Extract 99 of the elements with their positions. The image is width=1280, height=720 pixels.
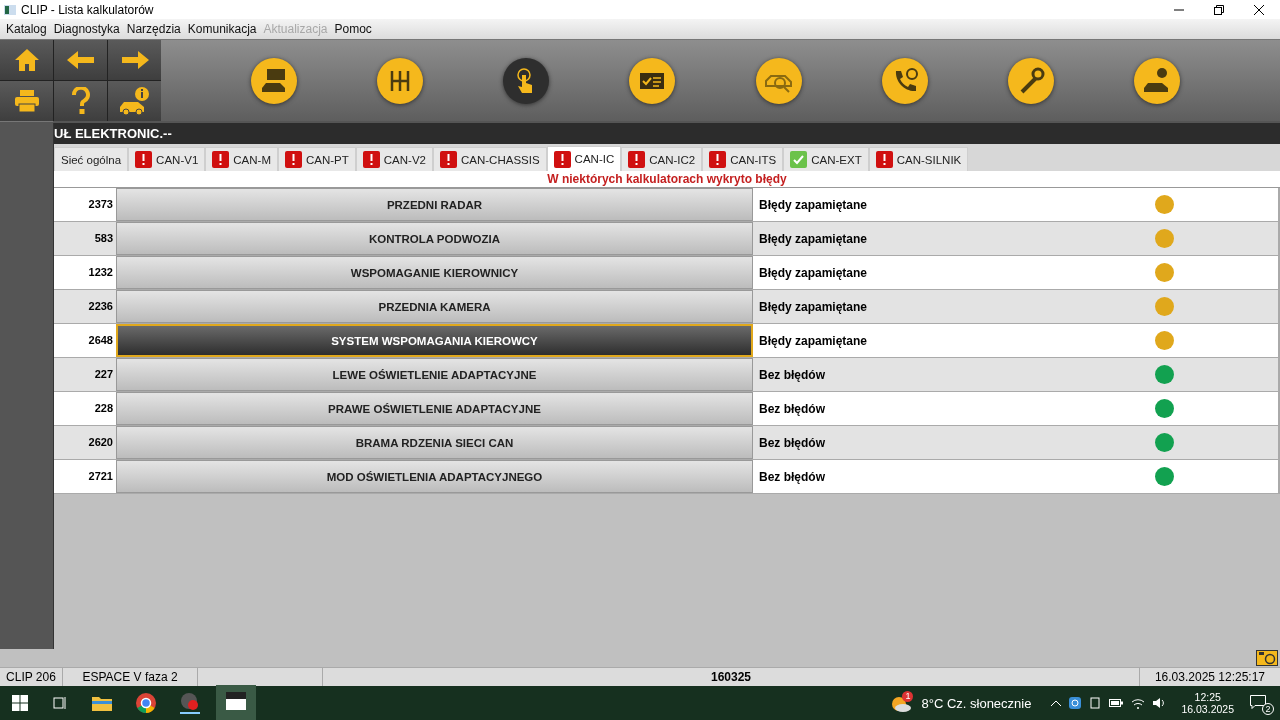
error-icon: [135, 151, 153, 168]
menu-item[interactable]: Narzędzia: [126, 22, 181, 36]
chevron-up-icon[interactable]: [1051, 700, 1062, 706]
network-tab[interactable]: CAN-V2: [355, 147, 433, 171]
ecu-button[interactable]: BRAMA RDZENIA SIECI CAN: [116, 426, 753, 459]
ecu-button[interactable]: PRZEDNI RADAR: [116, 188, 753, 221]
wrench-button[interactable]: [1007, 57, 1054, 104]
ecu-button[interactable]: PRAWE OŚWIETLENIE ADAPTACYJNE: [116, 392, 753, 425]
back-button[interactable]: [54, 40, 107, 80]
network-tab[interactable]: CAN-SILNIK: [868, 147, 969, 171]
network-tab[interactable]: CAN-ITS: [702, 147, 784, 171]
error-message: W niektórych kalkulatorach wykryto błędy: [547, 172, 787, 186]
section-header: UŁ ELEKTRONIC.--: [54, 123, 1280, 144]
clip-app-button[interactable]: [216, 684, 256, 720]
table-cell-text: 2373: [87, 197, 114, 212]
status-text: Bez błędów: [759, 469, 826, 484]
car-info-icon: [117, 86, 152, 116]
touch-button[interactable]: [503, 57, 550, 104]
status-datetime: 16.03.2025 12:25:17: [1153, 669, 1267, 686]
help-button[interactable]: [54, 81, 107, 121]
menu-item[interactable]: Pomoc: [334, 22, 372, 36]
car-screen-button[interactable]: [251, 57, 298, 104]
table-cell-text: 2620: [87, 435, 114, 450]
ecu-button[interactable]: PRZEDNIA KAMERA: [116, 290, 753, 323]
window-title: CLIP - Lista kalkulatorów: [21, 2, 154, 17]
weather-badge: 1: [902, 690, 914, 702]
app-window-icon: [226, 691, 246, 710]
weather-text[interactable]: 8°C Cz. słonecznie: [921, 695, 1032, 711]
status-text: Bez błędów: [759, 401, 826, 416]
home-button[interactable]: [0, 40, 53, 80]
error-icon: [212, 151, 230, 168]
network-tab[interactable]: CAN-IC2: [621, 147, 703, 171]
right-arrow-icon: [120, 50, 149, 70]
folder-icon[interactable]: [92, 695, 112, 711]
clock-time[interactable]: 12:25: [1194, 691, 1221, 703]
checklist-button[interactable]: [629, 57, 676, 104]
error-icon: [875, 151, 893, 168]
device-icon[interactable]: [1089, 697, 1102, 709]
error-icon: [362, 151, 380, 168]
restore-icon[interactable]: [1214, 4, 1224, 15]
task-view-icon[interactable]: [52, 695, 68, 711]
car-check-button[interactable]: [1133, 57, 1180, 104]
table-cell-text: 1232: [87, 265, 114, 280]
start-icon[interactable]: [12, 695, 28, 711]
status-text: Błędy zapamiętane: [759, 231, 869, 246]
battery-icon[interactable]: [1109, 699, 1124, 707]
ecu-button[interactable]: WSPOMAGANIE KIEROWNICY: [116, 256, 753, 289]
phone-button[interactable]: [881, 57, 928, 104]
network-tab[interactable]: Sieć ogólna: [54, 147, 129, 171]
home-icon: [13, 47, 40, 73]
left-arrow-icon: [66, 50, 95, 70]
network-tab[interactable]: CAN-PT: [278, 147, 356, 171]
table-cell-text: 583: [93, 231, 114, 246]
table-cell-text: 227: [93, 367, 114, 382]
browser-icon[interactable]: [136, 693, 156, 713]
error-icon: [709, 151, 727, 168]
error-icon: [628, 151, 646, 168]
printer-icon: [13, 89, 40, 113]
error-icon: [553, 150, 571, 168]
forward-button[interactable]: [108, 40, 161, 80]
network-tab[interactable]: CAN-M: [205, 147, 278, 171]
menu-item[interactable]: Diagnostyka: [53, 22, 120, 36]
ecu-button[interactable]: MOD OŚWIETLENIA ADAPTACYJNEGO: [116, 460, 753, 493]
print-button[interactable]: [0, 81, 53, 121]
record-app-icon[interactable]: [180, 692, 200, 714]
error-icon: [440, 151, 457, 168]
network-tab[interactable]: CAN-IC: [546, 146, 622, 171]
status-text: Błędy zapamiętane: [759, 299, 869, 314]
ecu-button[interactable]: LEWE OŚWIETLENIE ADAPTACYJNE: [116, 358, 753, 391]
tray-app-icon[interactable]: [1069, 697, 1082, 709]
status-text: Błędy zapamiętane: [759, 333, 869, 348]
clock-date[interactable]: 16.03.2025: [1181, 703, 1234, 715]
status-text: Błędy zapamiętane: [759, 265, 869, 280]
table-cell-text: 2721: [87, 469, 114, 484]
network-tab[interactable]: CAN-EXT: [783, 147, 869, 171]
gearbox-button[interactable]: [377, 57, 424, 104]
status-text: Bez błędów: [759, 367, 826, 382]
vehicle-info-button[interactable]: [108, 81, 161, 121]
ecu-button[interactable]: SYSTEM WSPOMAGANIA KIEROWCY: [116, 324, 753, 357]
app-icon: [4, 4, 16, 15]
car-scan-button[interactable]: [755, 57, 802, 104]
wifi-icon[interactable]: [1131, 697, 1146, 709]
table-cell-text: 2648: [87, 333, 114, 348]
table-cell-text: 228: [93, 401, 114, 416]
table-cell-text: 2236: [87, 299, 114, 314]
network-tab[interactable]: CAN-V1: [128, 147, 206, 171]
status-text: Bez błędów: [759, 435, 826, 450]
error-icon: [285, 151, 302, 168]
close-icon[interactable]: [1254, 4, 1264, 15]
notification-button[interactable]: 2: [1248, 691, 1274, 715]
network-tab[interactable]: CAN-CHASSIS: [433, 147, 547, 171]
status-text: Błędy zapamiętane: [759, 197, 869, 212]
ecu-button[interactable]: KONTROLA PODWOZIA: [116, 222, 753, 255]
question-mark-icon: [70, 87, 91, 115]
check-icon: [790, 151, 808, 168]
camera-icon[interactable]: [1256, 650, 1278, 666]
message-icon: [1250, 695, 1266, 709]
menu-item[interactable]: Komunikacja: [187, 22, 257, 36]
menu-item[interactable]: Katalog: [6, 22, 47, 36]
